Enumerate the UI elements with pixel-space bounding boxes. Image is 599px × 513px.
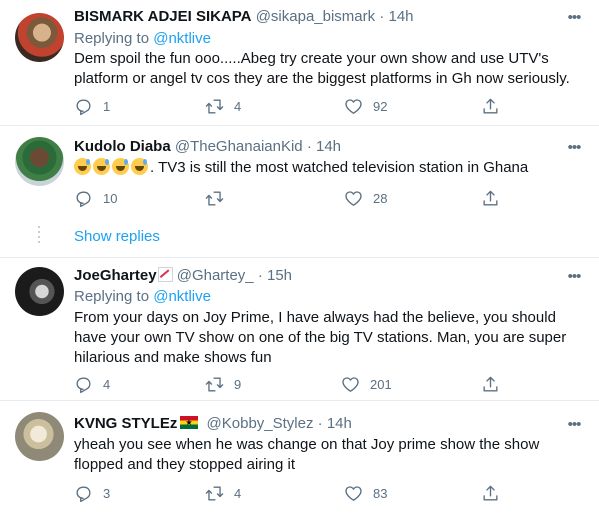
thread-connector xyxy=(38,226,40,244)
avatar[interactable] xyxy=(15,412,64,461)
retweet-icon xyxy=(205,97,224,116)
chart-increasing-emoji xyxy=(157,267,173,282)
avatar[interactable] xyxy=(15,13,64,62)
grinning-sweat-emoji xyxy=(112,158,129,175)
tweet[interactable]: JoeGhartey @Ghartey_ · 15h ••• Replying … xyxy=(0,258,599,401)
ghana-flag-emoji xyxy=(180,416,199,429)
replying-to: Replying to @nktlive xyxy=(74,288,211,305)
tweet-text: From your days on Joy Prime, I have alwa… xyxy=(74,309,567,366)
share-button[interactable] xyxy=(481,483,500,503)
reply-button[interactable]: 10 xyxy=(74,188,117,208)
like-count: 92 xyxy=(373,98,388,114)
like-count: 83 xyxy=(373,485,388,501)
tweet-text: Dem spoil the fun ooo.....Abeg try creat… xyxy=(74,50,570,87)
heart-icon xyxy=(341,375,360,394)
heart-icon xyxy=(344,189,363,208)
retweet-count: 9 xyxy=(234,376,242,392)
tweet-header: JoeGhartey @Ghartey_ · 15h xyxy=(74,266,292,286)
grinning-sweat-emoji xyxy=(74,158,91,175)
replying-to: Replying to @nktlive xyxy=(74,30,211,47)
retweet-button[interactable] xyxy=(205,188,234,208)
display-name[interactable]: KVNG STYLEz xyxy=(74,415,177,432)
more-options-icon[interactable]: ••• xyxy=(564,269,584,288)
user-handle[interactable]: @sikapa_bismark xyxy=(256,8,375,25)
show-replies-link[interactable]: Show replies xyxy=(74,227,160,247)
grinning-sweat-emoji xyxy=(93,158,110,175)
like-button[interactable]: 201 xyxy=(341,374,392,394)
reply-count: 1 xyxy=(103,98,111,114)
retweet-count: 4 xyxy=(234,485,242,501)
retweet-icon xyxy=(205,189,224,208)
like-count: 201 xyxy=(370,376,392,392)
more-options-icon[interactable]: ••• xyxy=(564,417,584,436)
retweet-button[interactable]: 9 xyxy=(205,374,241,394)
more-options-icon[interactable]: ••• xyxy=(564,140,584,159)
like-button[interactable]: 92 xyxy=(344,96,387,116)
tweet-actions: 4 9 201 xyxy=(74,374,534,394)
retweet-icon xyxy=(205,375,224,394)
tweet-header: KVNG STYLEz @Kobby_Stylez · 14h xyxy=(74,414,352,434)
retweet-button[interactable]: 4 xyxy=(205,96,241,116)
user-handle[interactable]: @TheGhanaianKid xyxy=(175,138,303,155)
share-icon xyxy=(481,484,500,503)
tweet-header: Kudolo Diaba @TheGhanaianKid · 14h xyxy=(74,137,341,157)
avatar[interactable] xyxy=(15,137,64,186)
reply-icon xyxy=(74,97,93,116)
share-icon xyxy=(481,375,500,394)
timestamp[interactable]: · 14h xyxy=(379,8,413,25)
reply-icon xyxy=(74,375,93,394)
tweet-actions: 3 4 83 xyxy=(74,483,534,503)
tweet-text: . TV3 is still the most watched televisi… xyxy=(74,158,579,178)
tweet-header: BISMARK ADJEI SIKAPA @sikapa_bismark · 1… xyxy=(74,7,414,27)
tweet-actions: 1 4 92 xyxy=(74,96,534,116)
avatar[interactable] xyxy=(15,267,64,316)
more-options-icon[interactable]: ••• xyxy=(564,10,584,29)
timestamp[interactable]: · 14h xyxy=(307,138,341,155)
timestamp[interactable]: · 14h xyxy=(318,415,352,432)
timestamp[interactable]: · 15h xyxy=(258,267,292,284)
reply-count: 3 xyxy=(103,485,111,501)
retweet-button[interactable]: 4 xyxy=(205,483,241,503)
tweet[interactable]: BISMARK ADJEI SIKAPA @sikapa_bismark · 1… xyxy=(0,0,599,126)
user-handle[interactable]: @Ghartey_ xyxy=(177,267,254,284)
reply-icon xyxy=(74,484,93,503)
share-icon xyxy=(481,189,500,208)
reply-button[interactable]: 1 xyxy=(74,96,110,116)
share-button[interactable] xyxy=(481,188,500,208)
heart-icon xyxy=(344,97,363,116)
reply-button[interactable]: 4 xyxy=(74,374,110,394)
tweet-text: yheah you see when he was change on that… xyxy=(74,436,540,473)
like-count: 28 xyxy=(373,190,388,206)
mention-link[interactable]: @nktlive xyxy=(153,288,211,305)
retweet-count: 4 xyxy=(234,98,242,114)
display-name[interactable]: Kudolo Diaba xyxy=(74,138,171,155)
like-button[interactable]: 28 xyxy=(344,188,387,208)
heart-icon xyxy=(344,484,363,503)
share-button[interactable] xyxy=(481,96,500,116)
display-name[interactable]: JoeGhartey xyxy=(74,267,157,284)
share-button[interactable] xyxy=(481,374,500,394)
like-button[interactable]: 83 xyxy=(344,483,387,503)
tweet-actions: 10 28 xyxy=(74,188,534,208)
retweet-icon xyxy=(205,484,224,503)
mention-link[interactable]: @nktlive xyxy=(153,30,211,47)
reply-count: 10 xyxy=(103,190,118,206)
reply-count: 4 xyxy=(103,376,111,392)
display-name[interactable]: BISMARK ADJEI SIKAPA xyxy=(74,8,252,25)
reply-button[interactable]: 3 xyxy=(74,483,110,503)
reply-icon xyxy=(74,189,93,208)
grinning-sweat-emoji xyxy=(131,158,148,175)
user-handle[interactable]: @Kobby_Stylez xyxy=(207,415,314,432)
tweet[interactable]: KVNG STYLEz @Kobby_Stylez · 14h ••• yhea… xyxy=(0,401,599,513)
share-icon xyxy=(481,97,500,116)
